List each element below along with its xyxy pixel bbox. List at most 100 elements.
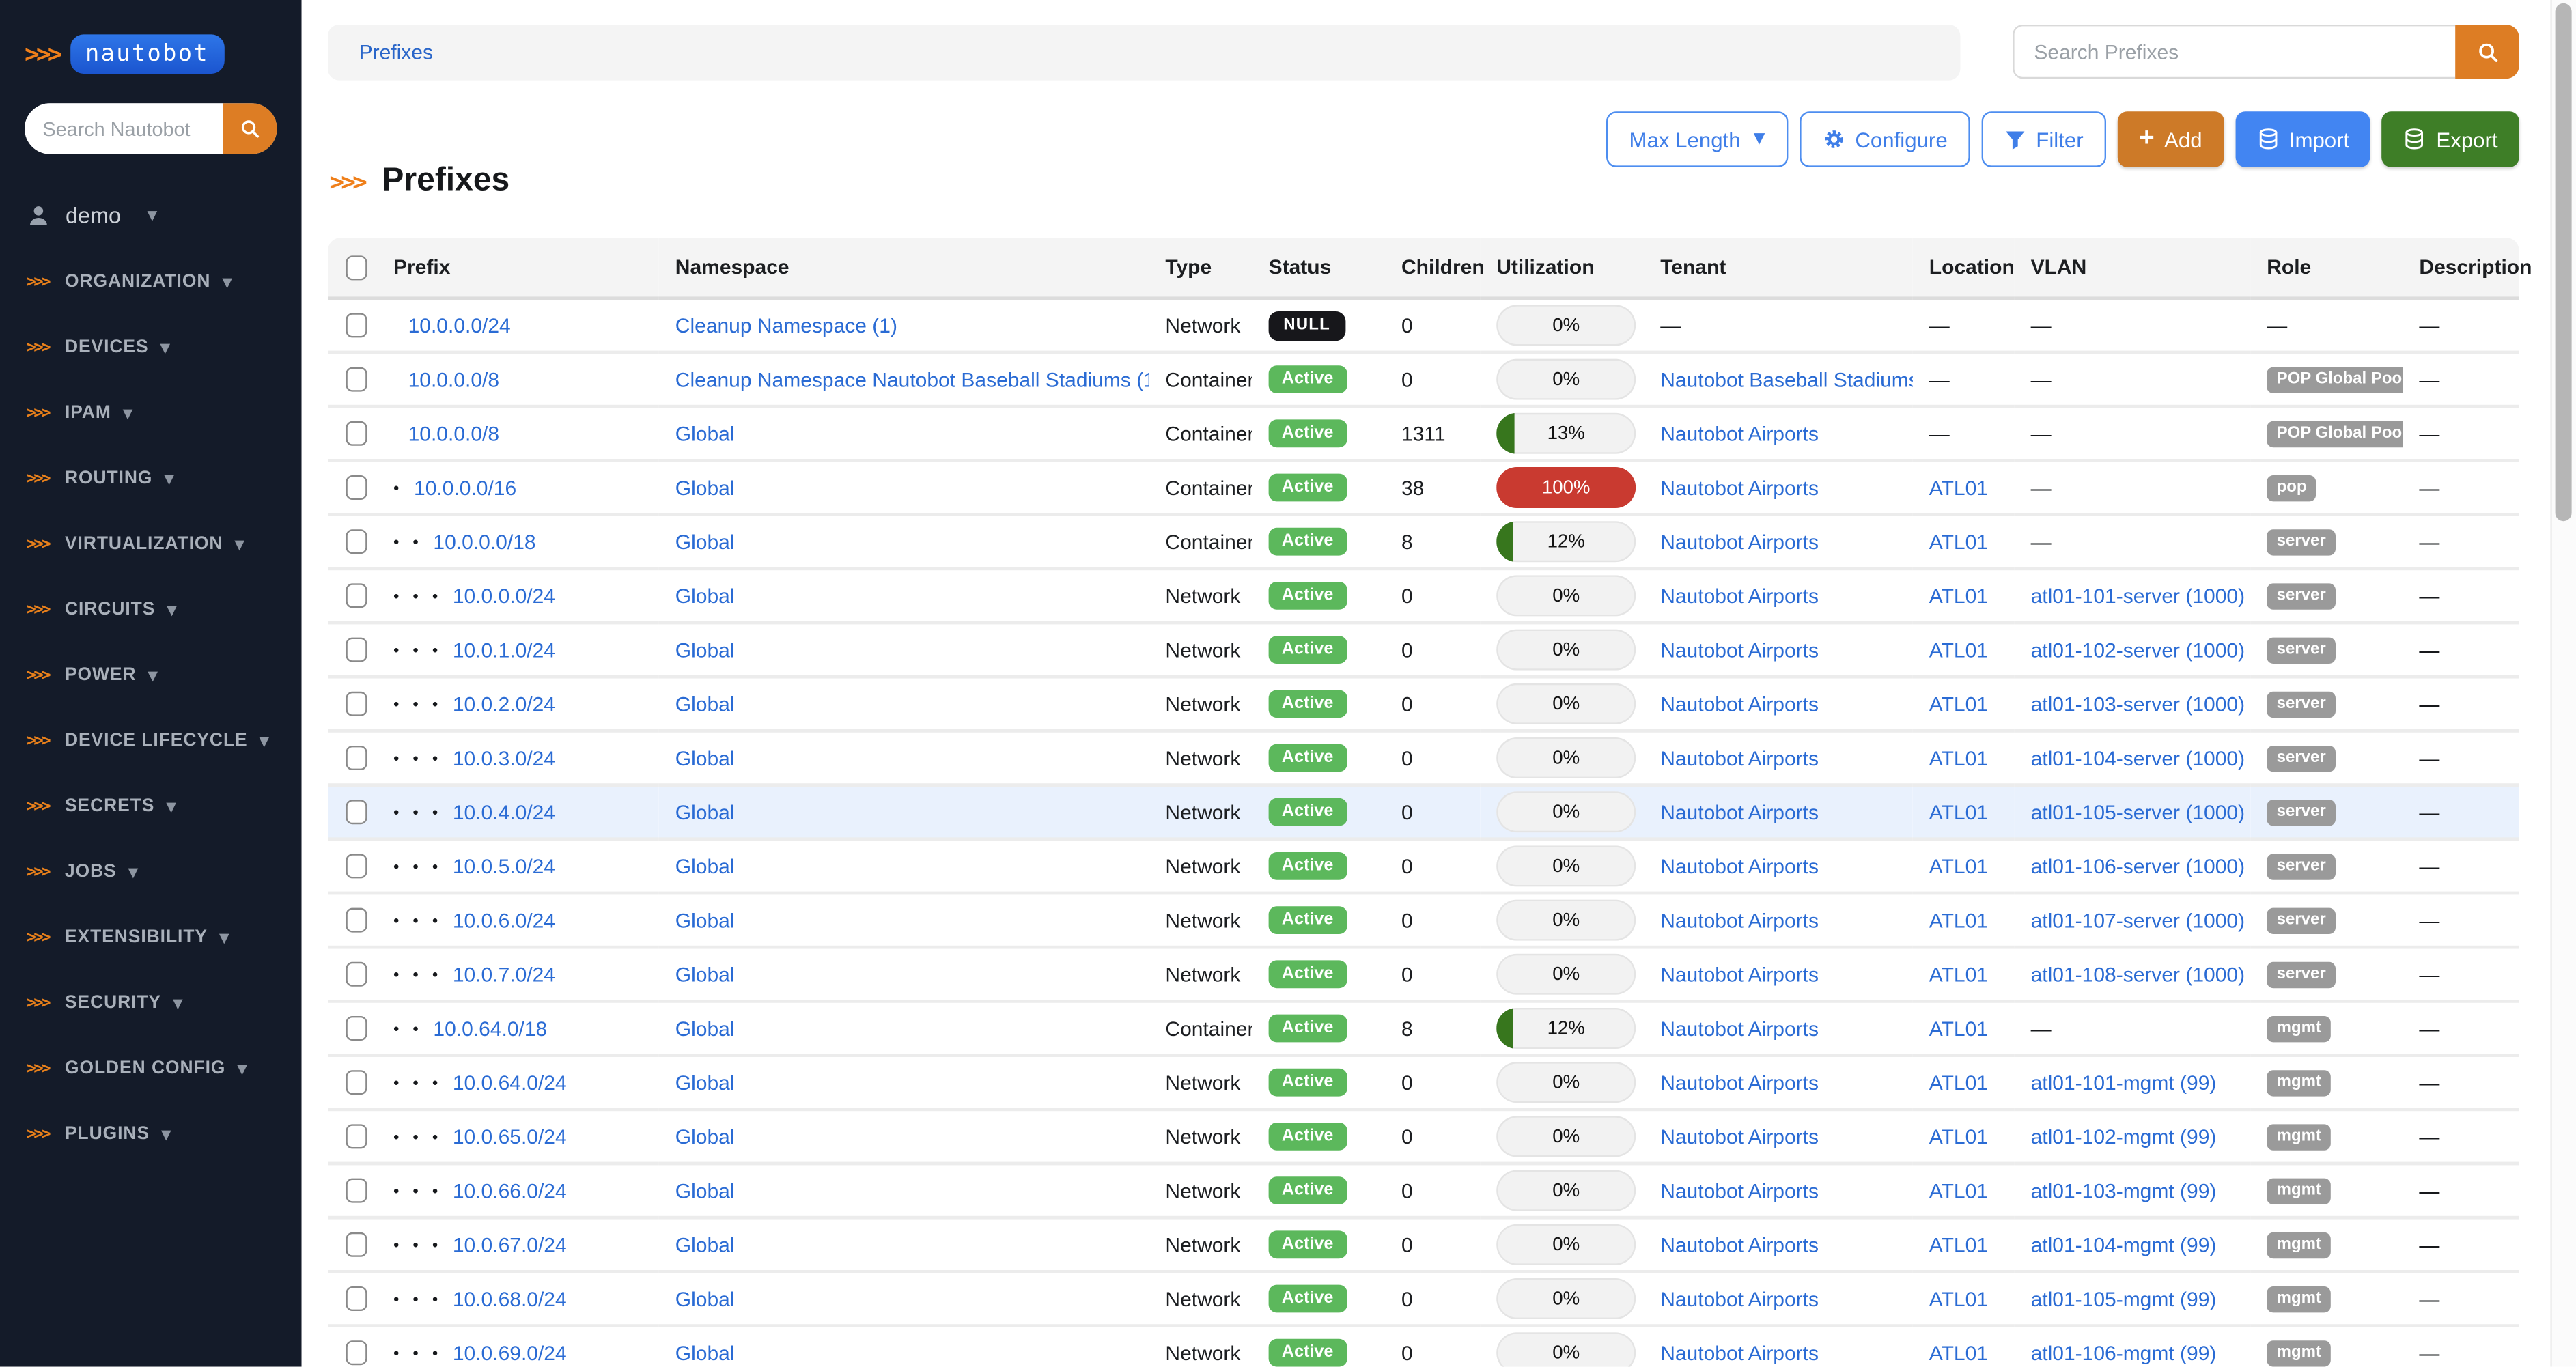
namespace-link[interactable]: Global [675, 638, 735, 662]
vlan-link[interactable]: atl01-102-mgmt (99) [2031, 1125, 2217, 1148]
namespace-link[interactable]: Global [675, 1071, 735, 1094]
location-link[interactable]: ATL01 [1929, 476, 1988, 499]
namespace-link[interactable]: Global [675, 1017, 735, 1040]
import-button[interactable]: Import [2235, 111, 2371, 167]
location-link[interactable]: ATL01 [1929, 1071, 1988, 1094]
namespace-link[interactable]: Cleanup Namespace (1) [675, 314, 897, 337]
sidebar-search-button[interactable] [223, 103, 277, 154]
row-checkbox[interactable] [346, 1232, 367, 1257]
location-link[interactable]: ATL01 [1929, 1341, 1988, 1364]
sidebar-item-organization[interactable]: >>> ORGANIZATION ▼ [0, 249, 302, 315]
vlan-link[interactable]: atl01-107-server (1000) [2031, 909, 2245, 932]
row-checkbox[interactable] [346, 367, 367, 392]
select-all-checkbox[interactable] [346, 255, 367, 279]
row-checkbox[interactable] [346, 1016, 367, 1041]
sidebar-item-device-lifecycle[interactable]: >>> DEVICE LIFECYCLE ▼ [0, 708, 302, 774]
tenant-link[interactable]: Nautobot Airports [1660, 1287, 1819, 1310]
vertical-scrollbar[interactable] [2550, 0, 2576, 1367]
namespace-link[interactable]: Global [675, 422, 735, 445]
prefix-link[interactable]: 10.0.66.0/24 [453, 1179, 567, 1202]
tenant-link[interactable]: Nautobot Airports [1660, 855, 1819, 878]
row-checkbox[interactable] [346, 421, 367, 446]
row-checkbox[interactable] [346, 1179, 367, 1203]
tenant-link[interactable]: Nautobot Airports [1660, 530, 1819, 553]
sidebar-item-secrets[interactable]: >>> SECRETS ▼ [0, 774, 302, 839]
tenant-link[interactable]: Nautobot Airports [1660, 746, 1819, 770]
vlan-link[interactable]: atl01-104-server (1000) [2031, 746, 2245, 770]
prefix-link[interactable]: 10.0.0.0/8 [408, 368, 499, 391]
namespace-link[interactable]: Global [675, 1233, 735, 1256]
row-checkbox[interactable] [346, 854, 367, 879]
namespace-link[interactable]: Global [675, 530, 735, 553]
row-checkbox[interactable] [346, 1070, 367, 1095]
namespace-link[interactable]: Cleanup Namespace Nautobot Baseball Stad… [675, 368, 1149, 391]
namespace-link[interactable]: Global [675, 584, 735, 608]
location-link[interactable]: ATL01 [1929, 638, 1988, 662]
prefix-link[interactable]: 10.0.0.0/8 [408, 422, 499, 445]
sidebar-item-power[interactable]: >>> POWER ▼ [0, 643, 302, 708]
tenant-link[interactable]: Nautobot Airports [1660, 476, 1819, 499]
vlan-link[interactable]: atl01-103-mgmt (99) [2031, 1179, 2217, 1202]
row-checkbox[interactable] [346, 746, 367, 770]
export-button[interactable]: Export [2382, 111, 2519, 167]
prefix-link[interactable]: 10.0.0.0/18 [433, 530, 535, 553]
sidebar-item-extensibility[interactable]: >>> EXTENSIBILITY ▼ [0, 905, 302, 970]
prefix-link[interactable]: 10.0.4.0/24 [453, 800, 555, 823]
prefix-link[interactable]: 10.0.7.0/24 [453, 963, 555, 986]
filter-button[interactable]: Filter [1982, 111, 2106, 167]
user-menu[interactable]: demo ▼ [0, 154, 302, 228]
location-link[interactable]: ATL01 [1929, 909, 1988, 932]
namespace-link[interactable]: Global [675, 1125, 735, 1148]
namespace-link[interactable]: Global [675, 1341, 735, 1364]
prefix-link[interactable]: 10.0.0.0/24 [408, 314, 511, 337]
prefix-link[interactable]: 10.0.1.0/24 [453, 638, 555, 662]
location-link[interactable]: ATL01 [1929, 1179, 1988, 1202]
location-link[interactable]: ATL01 [1929, 530, 1988, 553]
prefix-link[interactable]: 10.0.5.0/24 [453, 855, 555, 878]
vlan-link[interactable]: atl01-106-mgmt (99) [2031, 1341, 2217, 1364]
vlan-link[interactable]: atl01-103-server (1000) [2031, 692, 2245, 716]
prefix-link[interactable]: 10.0.65.0/24 [453, 1125, 567, 1148]
vlan-link[interactable]: atl01-105-mgmt (99) [2031, 1287, 2217, 1310]
location-link[interactable]: ATL01 [1929, 584, 1988, 608]
prefix-link[interactable]: 10.0.67.0/24 [453, 1233, 567, 1256]
row-checkbox[interactable] [346, 1125, 367, 1149]
prefix-link[interactable]: 10.0.69.0/24 [453, 1341, 567, 1364]
row-checkbox[interactable] [346, 908, 367, 933]
prefix-link[interactable]: 10.0.64.0/24 [453, 1071, 567, 1094]
tenant-link[interactable]: Nautobot Airports [1660, 422, 1819, 445]
prefix-link[interactable]: 10.0.2.0/24 [453, 692, 555, 716]
location-link[interactable]: ATL01 [1929, 746, 1988, 770]
prefix-link[interactable]: 10.0.3.0/24 [453, 746, 555, 770]
vlan-link[interactable]: atl01-101-server (1000) [2031, 584, 2245, 608]
row-checkbox[interactable] [346, 313, 367, 338]
tenant-link[interactable]: Nautobot Airports [1660, 800, 1819, 823]
row-checkbox[interactable] [346, 800, 367, 824]
sidebar-item-circuits[interactable]: >>> CIRCUITS ▼ [0, 577, 302, 643]
prefix-link[interactable]: 10.0.6.0/24 [453, 909, 555, 932]
brand[interactable]: >>> nautobot [0, 0, 302, 74]
location-link[interactable]: ATL01 [1929, 1287, 1988, 1310]
vlan-link[interactable]: atl01-102-server (1000) [2031, 638, 2245, 662]
sidebar-item-plugins[interactable]: >>> PLUGINS ▼ [0, 1101, 302, 1167]
sidebar-item-devices[interactable]: >>> DEVICES ▼ [0, 315, 302, 380]
breadcrumb-link-prefixes[interactable]: Prefixes [359, 41, 433, 64]
namespace-link[interactable]: Global [675, 476, 735, 499]
search-input[interactable] [2013, 25, 2455, 79]
location-link[interactable]: ATL01 [1929, 963, 1988, 986]
tenant-link[interactable]: Nautobot Airports [1660, 1179, 1819, 1202]
row-checkbox[interactable] [346, 584, 367, 608]
tenant-link[interactable]: Nautobot Airports [1660, 1233, 1819, 1256]
row-checkbox[interactable] [346, 475, 367, 500]
prefix-link[interactable]: 10.0.0.0/24 [453, 584, 555, 608]
sidebar-item-ipam[interactable]: >>> IPAM ▼ [0, 380, 302, 446]
location-link[interactable]: ATL01 [1929, 855, 1988, 878]
max-length-button[interactable]: Max Length ▼ [1606, 111, 1788, 167]
row-checkbox[interactable] [346, 1286, 367, 1311]
namespace-link[interactable]: Global [675, 855, 735, 878]
vlan-link[interactable]: atl01-105-server (1000) [2031, 800, 2245, 823]
row-checkbox[interactable] [346, 1340, 367, 1365]
sidebar-item-security[interactable]: >>> SECURITY ▼ [0, 970, 302, 1036]
sidebar-item-jobs[interactable]: >>> JOBS ▼ [0, 839, 302, 905]
vlan-link[interactable]: atl01-106-server (1000) [2031, 855, 2245, 878]
